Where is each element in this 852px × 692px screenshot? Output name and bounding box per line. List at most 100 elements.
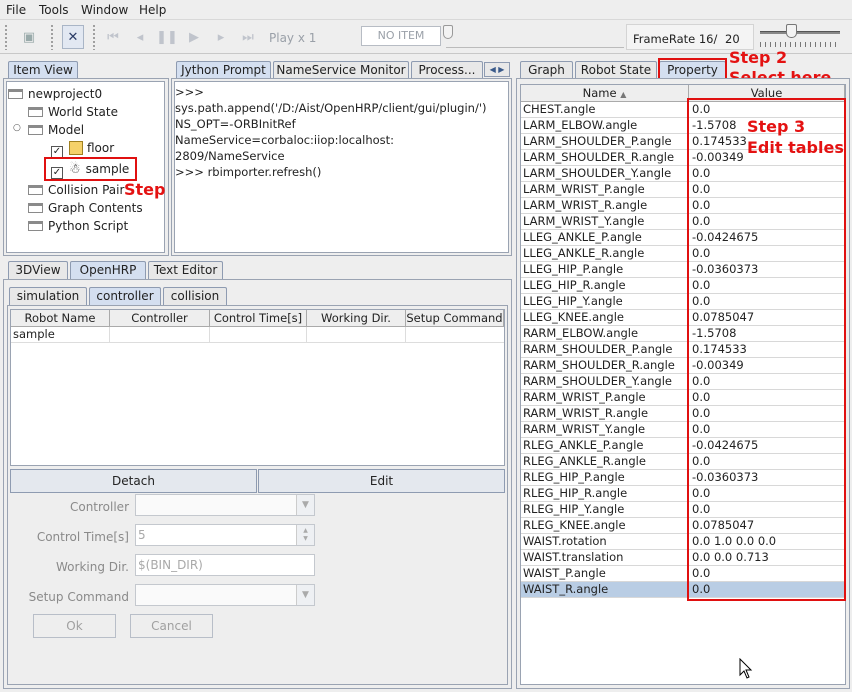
chevron-down-icon[interactable]: ▼	[296, 495, 314, 515]
property-name: LARM_WRIST_P.angle	[521, 182, 688, 198]
step-forward-icon[interactable]: ▸	[210, 25, 232, 49]
screenshot-icon[interactable]: ▣	[18, 25, 40, 49]
play-speed-label: Play x 1	[269, 31, 317, 45]
tab-jython-prompt[interactable]: Jython Prompt	[176, 61, 271, 79]
menu-file[interactable]: File	[6, 3, 26, 17]
tab-robot-state[interactable]: Robot State	[575, 61, 657, 79]
sort-icon: ▲	[620, 90, 627, 99]
step3-annotation-line2: Edit tables	[747, 138, 844, 157]
time-slider-track	[446, 47, 624, 48]
property-name: RLEG_ANKLE_R.angle	[521, 454, 688, 470]
property-name: RARM_SHOULDER_P.angle	[521, 342, 688, 358]
item-field[interactable]: NO ITEM	[361, 26, 441, 46]
toolbar-grip[interactable]	[50, 24, 54, 50]
toolbar-grip[interactable]	[4, 24, 8, 50]
console-line: NS_OPT=-ORBInitRef NameService=corbaloc:…	[175, 117, 395, 147]
tab-text-editor[interactable]: Text Editor	[148, 261, 223, 279]
property-name: LARM_SHOULDER_P.angle	[521, 134, 688, 150]
working-dir-label: Working Dir.	[56, 560, 129, 574]
property-name: LARM_WRIST_Y.angle	[521, 214, 688, 230]
table-row[interactable]: sample	[11, 327, 504, 343]
tab-graph[interactable]: Graph	[520, 61, 573, 79]
working-dir-field[interactable]: $(BIN_DIR)	[135, 554, 315, 576]
property-name: RLEG_HIP_R.angle	[521, 486, 688, 502]
step3-annotation-line1: Step 3	[747, 117, 806, 136]
rewind-icon[interactable]: ⏮	[102, 25, 124, 49]
tree-item-collision-pair[interactable]: Collision Pair	[28, 183, 124, 197]
property-name: RARM_ELBOW.angle	[521, 326, 688, 342]
tree-toggle-icon[interactable]: ○	[13, 123, 21, 133]
tab-controller[interactable]: controller	[89, 287, 161, 305]
step2-annotation-line1: Step 2	[729, 48, 788, 67]
property-name: WAIST.rotation	[521, 534, 688, 550]
table-cell-robot-name: sample	[13, 327, 55, 341]
setup-command-select[interactable]: ▼	[135, 584, 315, 606]
column-header[interactable]: Control Time[s]	[210, 310, 307, 327]
column-header[interactable]: Working Dir.	[307, 310, 406, 327]
edit-button[interactable]: Edit	[258, 469, 505, 493]
toolbar-grip[interactable]	[92, 24, 96, 50]
tab-scroll-arrows-icon[interactable]: ◀ ▶	[484, 62, 510, 77]
menu-window[interactable]: Window	[81, 3, 128, 17]
property-name: CHEST.angle	[521, 102, 688, 118]
console-line: 2809/NameService	[175, 149, 285, 163]
play-icon[interactable]: ▶	[183, 25, 205, 49]
framerate-max: 20	[725, 32, 740, 46]
step1-highlight	[44, 157, 137, 181]
step-back-icon[interactable]: ◂	[129, 25, 151, 49]
property-name: RARM_WRIST_Y.angle	[521, 422, 688, 438]
step3-highlight	[687, 98, 846, 601]
tab-collision[interactable]: collision	[163, 287, 227, 305]
detach-button[interactable]: Detach	[10, 469, 257, 493]
property-name: RARM_WRIST_P.angle	[521, 390, 688, 406]
tab-process[interactable]: Process...	[411, 61, 483, 79]
property-name: WAIST_R.angle	[521, 582, 688, 598]
tree-item-graph-contents[interactable]: Graph Contents	[28, 201, 143, 215]
menu-bar: File Tools Window Help	[0, 0, 852, 20]
column-header[interactable]: Robot Name	[11, 310, 110, 327]
tree-item-model[interactable]: Model	[28, 123, 84, 137]
property-name: LARM_SHOULDER_R.angle	[521, 150, 688, 166]
spinner-arrows-icon[interactable]: ▲ ▼	[296, 525, 314, 545]
chevron-down-icon[interactable]: ▼	[296, 585, 314, 605]
tab-nameservice-monitor[interactable]: NameService Monitor	[273, 61, 409, 79]
tree-item-project[interactable]: newproject0	[8, 87, 102, 101]
column-header[interactable]: Setup Command	[406, 310, 504, 327]
framerate-label: FrameRate 16/	[633, 32, 718, 46]
framerate-slider-thumb[interactable]	[786, 24, 797, 38]
framerate-slider-track	[760, 31, 840, 34]
folder-icon	[28, 203, 43, 213]
time-slider-thumb[interactable]	[443, 25, 453, 39]
folder-icon	[28, 185, 43, 195]
tool-select-icon[interactable]: ✕	[62, 25, 84, 49]
tab-openhrp[interactable]: OpenHRP	[70, 261, 146, 279]
property-name: LARM_ELBOW.angle	[521, 118, 688, 134]
property-name: RLEG_ANKLE_P.angle	[521, 438, 688, 454]
tab-simulation[interactable]: simulation	[9, 287, 87, 305]
tab-3dview[interactable]: 3DView	[8, 261, 68, 279]
menu-help[interactable]: Help	[139, 3, 166, 17]
tree-item-python-script[interactable]: Python Script	[28, 219, 128, 233]
property-name: LLEG_ANKLE_P.angle	[521, 230, 688, 246]
ok-button[interactable]: Ok	[33, 614, 116, 638]
controller-select[interactable]: ▼	[135, 494, 315, 516]
framerate-box: FrameRate 16/ 20	[626, 24, 754, 50]
control-time-spinner[interactable]: 5 ▲ ▼	[135, 524, 315, 546]
console-output[interactable]: >>> sys.path.append('/D:/Aist/OpenHRP/cl…	[174, 81, 509, 253]
controller-table: Robot Name Controller Control Time[s] Wo…	[10, 309, 505, 466]
column-header[interactable]: Controller	[110, 310, 210, 327]
framerate-slider-ticks	[760, 42, 840, 47]
pause-icon[interactable]: ❚❚	[156, 25, 178, 49]
tree-item-world-state[interactable]: World State	[28, 105, 118, 119]
cube-icon	[69, 141, 83, 155]
property-name: LLEG_HIP_P.angle	[521, 262, 688, 278]
name-column-header[interactable]: Name ▲	[521, 85, 689, 102]
divider	[405, 327, 406, 343]
tab-item-view[interactable]: Item View	[8, 61, 78, 79]
menu-tools[interactable]: Tools	[39, 3, 69, 17]
property-name: LLEG_HIP_Y.angle	[521, 294, 688, 310]
cancel-button[interactable]: Cancel	[130, 614, 213, 638]
property-name: RLEG_HIP_P.angle	[521, 470, 688, 486]
tree-item-floor[interactable]: ✓ floor	[51, 141, 114, 158]
fast-forward-icon[interactable]: ⏭	[237, 25, 259, 49]
